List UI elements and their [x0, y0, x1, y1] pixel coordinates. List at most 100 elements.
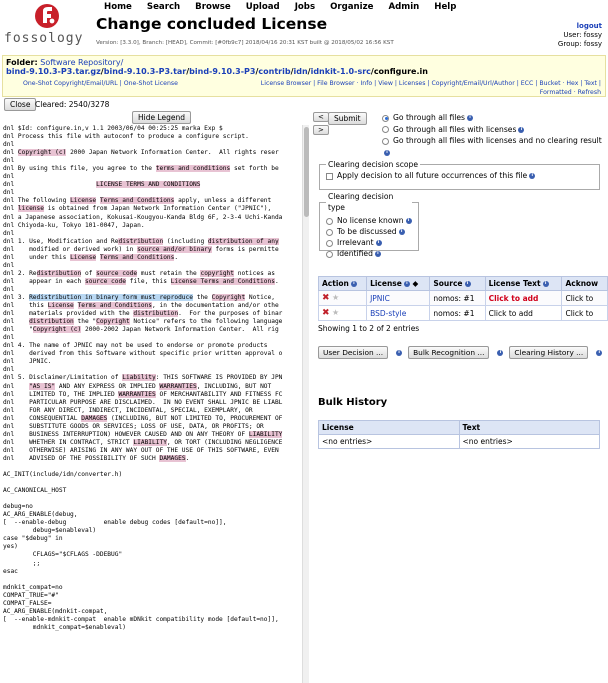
- license-highlight[interactable]: distribution: [118, 237, 164, 245]
- apply-future-option[interactable]: Apply decision to all future occurrences…: [326, 171, 593, 180]
- col-acknowledgement[interactable]: Acknow: [561, 276, 608, 291]
- license-highlight[interactable]: LIABILITY: [248, 430, 283, 438]
- license-text-cell[interactable]: Click to add: [484, 305, 563, 321]
- radio-icon[interactable]: [326, 250, 333, 258]
- nav-upload[interactable]: Upload: [246, 2, 280, 12]
- license-highlight[interactable]: License: [70, 253, 97, 261]
- hide-legend-button[interactable]: Hide Legend: [132, 111, 192, 124]
- license-cell[interactable]: BSD-style: [366, 305, 431, 321]
- license-highlight[interactable]: distribution of any: [207, 237, 279, 245]
- nav-organize[interactable]: Organize: [330, 2, 373, 12]
- path-segment[interactable]: contrib: [258, 67, 290, 76]
- star-icon[interactable]: ★: [332, 293, 339, 302]
- type-no-license-option[interactable]: No license known i: [326, 215, 412, 226]
- license-highlight[interactable]: copyright: [200, 269, 234, 277]
- license-highlight[interactable]: source and/or binary: [137, 245, 212, 253]
- license-highlight[interactable]: Copyright (c): [17, 149, 67, 157]
- license-highlight[interactable]: Copyright: [96, 318, 130, 326]
- license-highlight[interactable]: Terms and Conditions: [77, 302, 153, 310]
- license-highlight[interactable]: license: [17, 205, 44, 213]
- type-identified-option[interactable]: Identified i: [326, 248, 412, 259]
- acknowledgement-cell[interactable]: Click to: [561, 305, 608, 321]
- license-highlight[interactable]: distribution: [36, 269, 82, 277]
- license-highlight[interactable]: distribution: [29, 318, 74, 326]
- nav-jobs[interactable]: Jobs: [295, 2, 315, 12]
- radio-icon[interactable]: [326, 239, 333, 247]
- radio-icon[interactable]: [382, 137, 389, 145]
- fossology-logo[interactable]: fossology: [4, 2, 92, 48]
- radio-icon[interactable]: [326, 228, 333, 236]
- license-highlight[interactable]: Redistribution in binary form must repro…: [29, 293, 193, 301]
- user-decision-button[interactable]: User Decision ...: [318, 346, 389, 359]
- submit-button[interactable]: Submit: [328, 112, 367, 125]
- scroll-thumb[interactable]: [304, 127, 309, 217]
- next-file-button[interactable]: >: [313, 125, 329, 135]
- license-highlight[interactable]: Liability: [122, 374, 156, 382]
- col-source[interactable]: Source i: [429, 276, 486, 291]
- go-through-licenses-option[interactable]: Go through all files with licenses i: [382, 124, 602, 136]
- nav-admin[interactable]: Admin: [388, 2, 419, 12]
- license-text-cell[interactable]: Click to add: [484, 290, 563, 306]
- license-highlight[interactable]: DAMAGES: [159, 454, 186, 462]
- one-shot-links[interactable]: One-Shot Copyright/Email/URL | One-Shot …: [23, 80, 178, 87]
- license-highlight[interactable]: Copyright (c): [32, 326, 82, 334]
- license-highlight[interactable]: WARRANTIES: [159, 382, 197, 390]
- close-button[interactable]: Close: [4, 98, 37, 111]
- license-highlight[interactable]: License: [47, 302, 74, 310]
- col-license-text[interactable]: License Text i: [484, 276, 563, 291]
- previous-file-button[interactable]: <: [313, 112, 329, 122]
- code-text: (including: [163, 237, 208, 245]
- file-scrollbar[interactable]: [302, 125, 309, 683]
- col-bulk-license[interactable]: License: [318, 420, 460, 435]
- license-highlight[interactable]: Copyright: [211, 293, 246, 301]
- license-highlight[interactable]: WARRANTIES: [118, 390, 156, 398]
- license-highlight[interactable]: LIABILITY: [133, 438, 167, 446]
- acknowledgement-cell[interactable]: Click to: [561, 290, 608, 306]
- bulk-recognition-button[interactable]: Bulk Recognition ...: [408, 346, 490, 359]
- license-highlight[interactable]: DAMAGES: [81, 414, 108, 422]
- clearing-history-button[interactable]: Clearing History ...: [509, 346, 589, 359]
- table-row: ✖ ★ JPNIC nomos: #1 Click to add Click t…: [317, 290, 608, 306]
- code-text: dnl ": [3, 326, 33, 334]
- logout-link[interactable]: logout: [577, 22, 602, 30]
- code-text: .: [274, 277, 279, 285]
- license-highlight[interactable]: source code: [84, 277, 126, 285]
- type-irrelevant-option[interactable]: Irrelevant i: [326, 237, 412, 248]
- path-segment[interactable]: bind-9.10.3-P3.tar.gz: [6, 67, 101, 76]
- go-through-no-clearing-option[interactable]: Go through all files with licenses and n…: [382, 135, 602, 158]
- code-text: dnl 1. Use, Modification and Re: [3, 237, 119, 245]
- nav-search[interactable]: Search: [147, 2, 180, 12]
- radio-icon[interactable]: [382, 114, 389, 122]
- path-segment[interactable]: bind-9.10.3-P3: [189, 67, 255, 76]
- radio-icon[interactable]: [326, 217, 333, 225]
- path-segment[interactable]: bind-9.10.3-P3.tar: [104, 67, 187, 76]
- path-segment[interactable]: idnkit-1.0-src: [311, 67, 371, 76]
- remove-icon[interactable]: ✖: [322, 308, 330, 318]
- license-highlight[interactable]: "AS IS": [29, 382, 56, 390]
- radio-icon[interactable]: [382, 126, 389, 133]
- col-bulk-text[interactable]: Text: [458, 420, 600, 435]
- license-highlight[interactable]: LICENSE TERMS AND CONDITIONS: [96, 181, 201, 189]
- col-license[interactable]: License i ◆: [366, 276, 431, 291]
- license-highlight[interactable]: Terms and Conditions: [99, 253, 175, 261]
- license-highlight[interactable]: Terms and Conditions: [99, 197, 175, 205]
- go-through-all-option[interactable]: Go through all files i: [382, 112, 602, 124]
- folder-repo-link[interactable]: Software Repository/: [40, 58, 123, 67]
- license-highlight[interactable]: terms and conditions: [155, 165, 231, 173]
- license-cell[interactable]: JPNIC: [366, 290, 431, 306]
- format-links[interactable]: Formatted · Refresh: [540, 89, 601, 96]
- license-highlight[interactable]: License: [70, 197, 97, 205]
- license-highlight[interactable]: distribution: [133, 310, 179, 318]
- license-highlight[interactable]: License Terms and Conditions: [170, 277, 275, 285]
- license-highlight[interactable]: source code: [96, 269, 138, 277]
- nav-home[interactable]: Home: [104, 2, 132, 12]
- checkbox-icon[interactable]: [326, 172, 333, 180]
- star-icon[interactable]: ★: [332, 308, 339, 317]
- type-to-be-discussed-option[interactable]: To be discussed i: [326, 226, 412, 237]
- nav-browse[interactable]: Browse: [195, 2, 231, 12]
- remove-icon[interactable]: ✖: [322, 293, 330, 303]
- path-segment[interactable]: idn: [293, 67, 307, 76]
- nav-help[interactable]: Help: [434, 2, 456, 12]
- col-action[interactable]: Action i: [317, 276, 368, 291]
- view-links[interactable]: License Browser | File Browser · Info | …: [261, 80, 601, 87]
